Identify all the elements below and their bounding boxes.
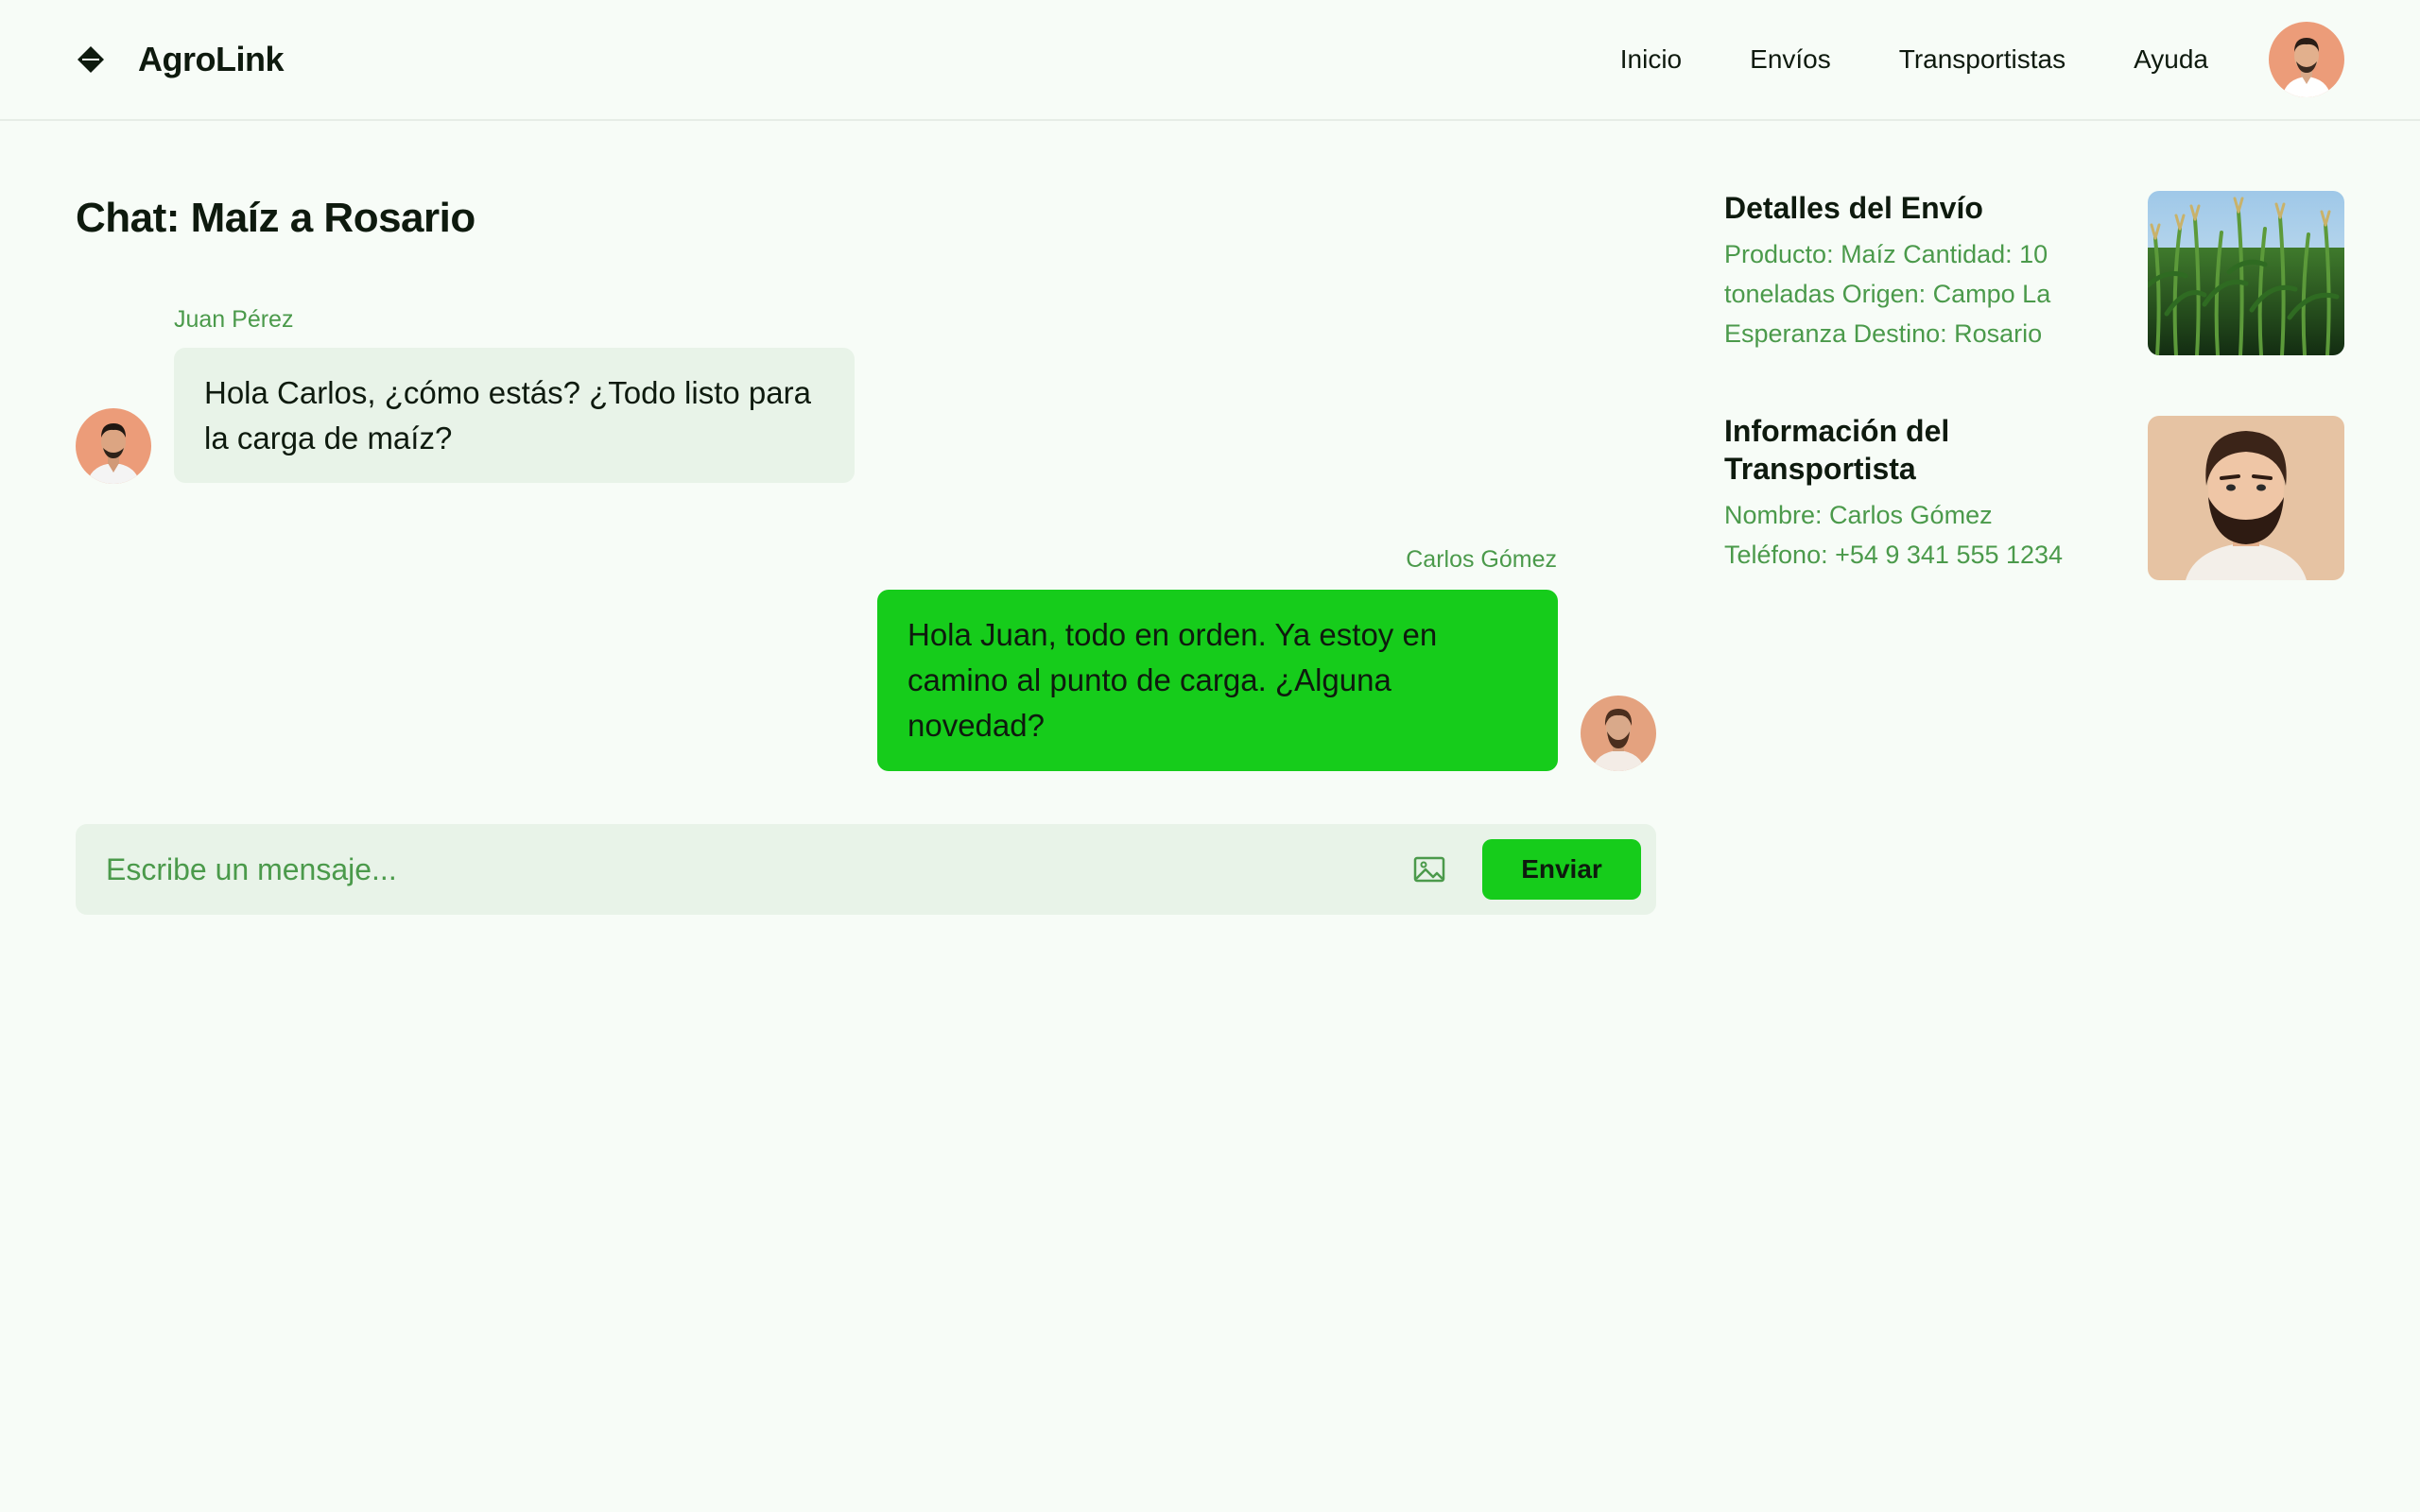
sender-avatar[interactable] — [1581, 696, 1656, 771]
top-navbar: AgroLink Inicio Envíos Transportistas Ay… — [0, 0, 2420, 121]
carrier-info-text: Información del Transportista Nombre: Ca… — [1724, 412, 2102, 575]
nav-transportistas[interactable]: Transportistas — [1899, 44, 2066, 75]
message-composer: Enviar — [76, 824, 1656, 915]
diamond-logo-icon — [78, 46, 104, 73]
carrier-portrait — [2148, 416, 2344, 580]
send-button[interactable]: Enviar — [1482, 839, 1641, 900]
corn-field-photo — [2148, 191, 2344, 355]
carrier-info-title: Información del Transportista — [1724, 414, 1950, 486]
page-title: Chat: Maíz a Rosario — [76, 195, 475, 241]
outgoing-message-bubble: Hola Juan, todo en orden. Ya estoy en ca… — [877, 590, 1558, 771]
sender-avatar[interactable] — [76, 408, 151, 484]
nav-ayuda[interactable]: Ayuda — [2134, 44, 2208, 75]
main-nav: Inicio Envíos Transportistas Ayuda — [1620, 44, 2208, 75]
brand-name: AgroLink — [138, 40, 285, 78]
carrier-info-body: Nombre: Carlos Gómez Teléfono: +54 9 341… — [1724, 501, 2064, 569]
user-avatar[interactable] — [2269, 22, 2344, 97]
shipment-details-title: Detalles del Envío — [1724, 191, 1983, 225]
nav-envios[interactable]: Envíos — [1750, 44, 1831, 75]
nav-inicio[interactable]: Inicio — [1620, 44, 1682, 75]
message-sender-name: Juan Pérez — [174, 306, 294, 333]
attach-image-button[interactable] — [1407, 847, 1452, 892]
incoming-message-bubble: Hola Carlos, ¿cómo estás? ¿Todo listo pa… — [174, 348, 855, 483]
message-input[interactable] — [106, 851, 1407, 887]
image-icon — [1413, 856, 1445, 883]
shipment-details-text: Detalles del Envío Producto: Maíz Cantid… — [1724, 189, 2102, 353]
message-sender-name: Carlos Gómez — [1406, 546, 1557, 573]
brand[interactable]: AgroLink — [76, 40, 285, 79]
shipment-details-body: Producto: Maíz Cantidad: 10 toneladas Or… — [1724, 240, 2051, 348]
